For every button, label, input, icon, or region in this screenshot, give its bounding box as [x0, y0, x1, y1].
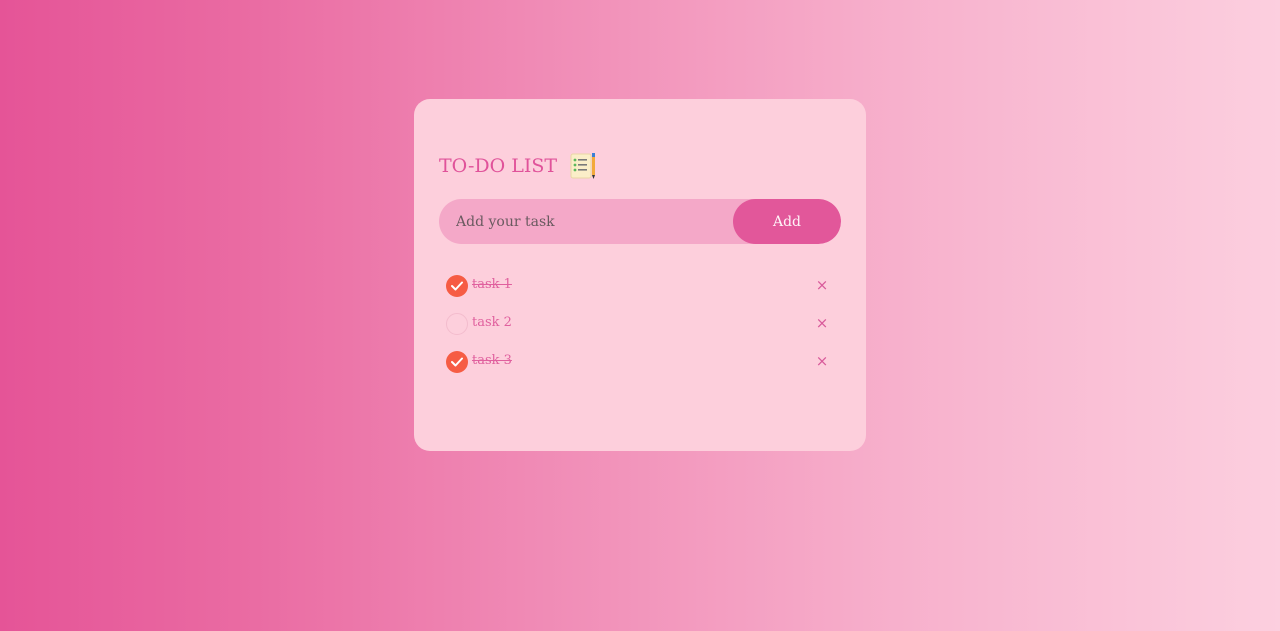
checklist-pencil-icon [569, 152, 597, 180]
checked-circle-icon[interactable] [446, 275, 468, 297]
close-icon[interactable]: × [813, 314, 831, 332]
close-icon[interactable]: × [813, 276, 831, 294]
task-item[interactable]: task 3 × [439, 343, 841, 381]
task-label: task 3 [472, 353, 512, 368]
todo-card: TO-DO LIST Add your task Add task 1 × ta… [414, 99, 866, 451]
task-label: task 1 [472, 277, 512, 292]
title-row: TO-DO LIST [439, 151, 597, 181]
app-title: TO-DO LIST [439, 155, 558, 177]
task-input[interactable] [439, 199, 733, 244]
task-item[interactable]: task 1 × [439, 267, 841, 305]
unchecked-circle-icon[interactable] [446, 313, 468, 335]
task-list: task 1 × task 2 × task 3 × [439, 267, 841, 381]
add-button[interactable]: Add [733, 199, 841, 244]
close-icon[interactable]: × [813, 352, 831, 370]
checked-circle-icon[interactable] [446, 351, 468, 373]
task-item[interactable]: task 2 × [439, 305, 841, 343]
task-label: task 2 [472, 315, 512, 330]
task-input-row: Add [439, 199, 841, 244]
